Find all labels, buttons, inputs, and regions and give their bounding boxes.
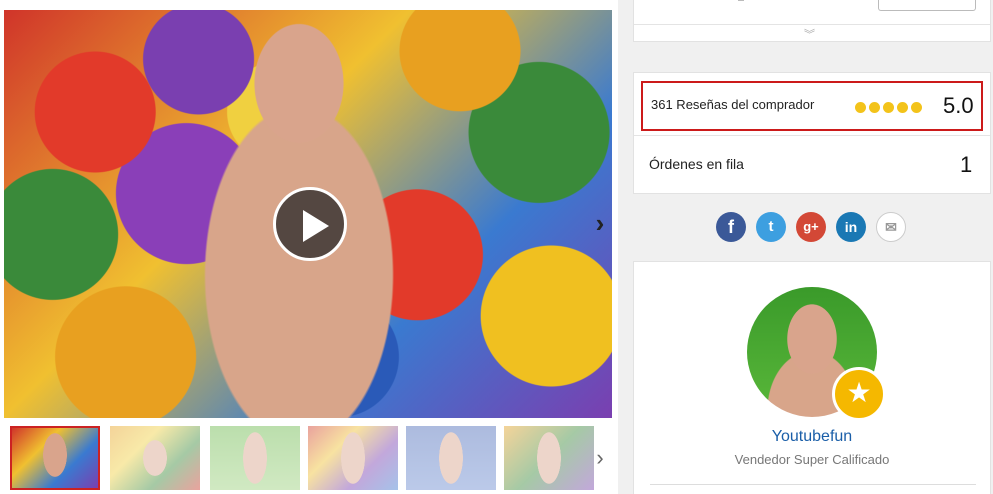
- top-options-panel: ︾: [633, 0, 991, 42]
- linkedin-share-button[interactable]: in: [836, 212, 866, 242]
- reviews-label: 361 Reseñas del comprador: [651, 97, 815, 112]
- email-share-button[interactable]: ✉: [876, 212, 906, 242]
- seller-tier: Vendedor Super Calificado: [734, 452, 890, 467]
- google-plus-share-button[interactable]: g+: [796, 212, 826, 242]
- seller-name-link[interactable]: Youtubefun: [634, 428, 990, 446]
- facebook-share-button[interactable]: f: [716, 212, 746, 242]
- double-chevron-down-icon[interactable]: ︾: [804, 26, 815, 42]
- thumbnail-1[interactable]: [10, 426, 100, 490]
- star-icon: [911, 102, 922, 113]
- twitter-share-button[interactable]: t: [756, 212, 786, 242]
- thumbnail-6[interactable]: [504, 426, 594, 490]
- rating-stars: [855, 100, 925, 118]
- thumbnails-next-button[interactable]: ›: [591, 446, 609, 470]
- orders-label: Órdenes en fila: [649, 156, 744, 172]
- orders-value: 1: [960, 152, 973, 177]
- media-gallery: › ›: [0, 0, 618, 494]
- star-icon: [869, 102, 880, 113]
- rating-value: 5.0: [943, 93, 974, 118]
- chevron-right-icon: ›: [595, 208, 605, 238]
- star-icon: [897, 102, 908, 113]
- play-icon: [303, 210, 329, 242]
- next-media-button[interactable]: ›: [590, 208, 610, 238]
- star-icon: [855, 102, 866, 113]
- option-marker: [738, 0, 744, 1]
- divider: [650, 484, 976, 485]
- thumbnail-4[interactable]: [308, 426, 398, 490]
- store-stats-panel: 361 Reseñas del comprador 5.0 Órdenes en…: [633, 72, 991, 194]
- thumbnail-5[interactable]: [406, 426, 496, 490]
- divider: [634, 135, 990, 136]
- chevron-right-icon: ›: [596, 445, 604, 470]
- star-icon: ★: [846, 377, 872, 408]
- top-seller-badge: ★: [832, 367, 886, 421]
- buyer-reviews-row[interactable]: 361 Reseñas del comprador 5.0: [641, 81, 983, 131]
- divider: [634, 24, 990, 25]
- play-button[interactable]: [273, 187, 347, 261]
- option-select[interactable]: [878, 0, 976, 11]
- thumbnail-2[interactable]: [110, 426, 200, 490]
- page: › › ︾ 361 Reseñas del comprador 5.0 Órde…: [0, 0, 993, 494]
- star-icon: [883, 102, 894, 113]
- video-player[interactable]: ›: [4, 10, 612, 418]
- thumbnail-strip: [10, 426, 610, 490]
- thumbnail-3[interactable]: [210, 426, 300, 490]
- seller-card: ★ Youtubefun Vendedor Super Calificado: [633, 261, 991, 494]
